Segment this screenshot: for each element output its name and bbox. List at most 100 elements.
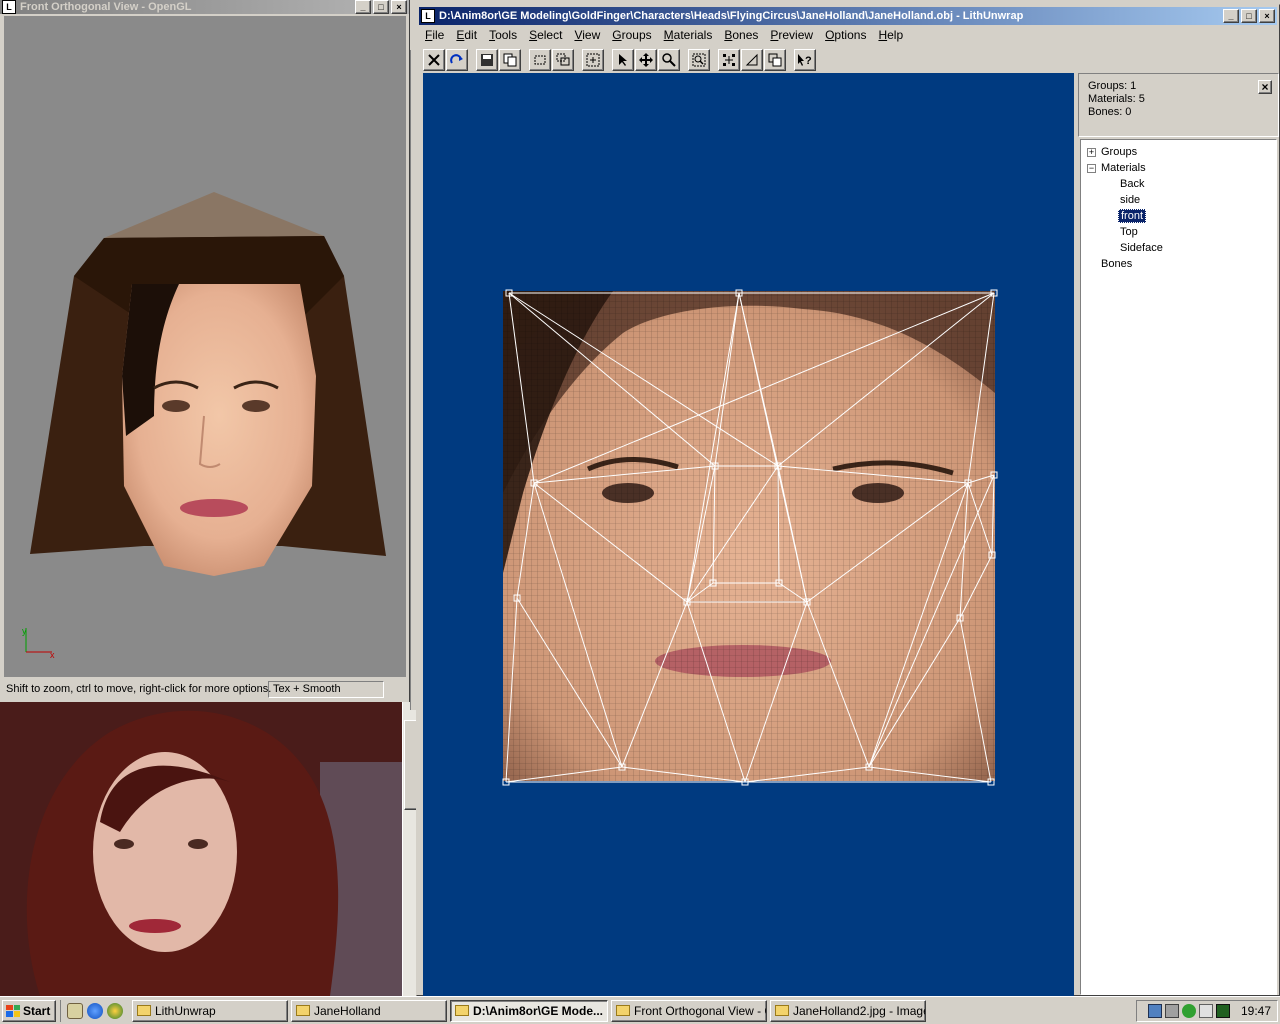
minus-icon[interactable]: − <box>1087 164 1096 173</box>
tree-node-material-top[interactable]: Top <box>1081 224 1276 240</box>
plus-icon[interactable]: + <box>1087 148 1096 157</box>
head-render: y x <box>22 192 386 660</box>
tree-label-material: front <box>1118 209 1147 223</box>
fit-view-icon[interactable] <box>582 49 604 71</box>
menu-help[interactable]: Help <box>872 26 909 44</box>
group-mode-icon[interactable] <box>764 49 786 71</box>
right-eye <box>242 400 270 412</box>
start-button[interactable]: Start <box>2 999 56 1022</box>
move-icon[interactable] <box>635 49 657 71</box>
reference-photo-view[interactable] <box>0 702 402 996</box>
close-button[interactable]: × <box>1259 9 1275 23</box>
display-icon[interactable] <box>1164 1004 1179 1018</box>
folder-icon <box>455 1005 469 1016</box>
menu-groups[interactable]: Groups <box>606 26 657 44</box>
taskbar-button[interactable]: LithUnwrap <box>132 999 288 1022</box>
volume-icon[interactable] <box>1198 1004 1213 1018</box>
context-help-icon[interactable]: ? <box>794 49 816 71</box>
render-mode-field: Tex + Smooth <box>268 680 384 698</box>
lasso-select-icon[interactable] <box>552 49 574 71</box>
tree-node-bones[interactable]: Bones <box>1081 256 1276 272</box>
menu-bones[interactable]: Bones <box>718 26 764 44</box>
uv-map-canvas[interactable] <box>423 73 1074 997</box>
menu-materials[interactable]: Materials <box>658 26 719 44</box>
reference-photo <box>0 702 402 996</box>
network-icon[interactable] <box>1147 1004 1162 1018</box>
media-player-icon[interactable] <box>107 1002 123 1019</box>
maximize-button[interactable]: □ <box>373 0 389 14</box>
tray-app-icon[interactable] <box>1181 1004 1196 1018</box>
minimize-button[interactable]: _ <box>1223 9 1239 23</box>
mesh-tree-view[interactable]: + Groups − Materials Back side front Top Sid… <box>1080 139 1277 995</box>
opengl-window: L Front Orthogonal View - OpenGL _ □ × y… <box>0 0 410 702</box>
menu-bar: File Edit Tools Select View Groups Materials Bo… <box>419 26 1277 44</box>
vertex-mode-icon[interactable] <box>718 49 740 71</box>
material-list: Back side front Top Sideface <box>1081 176 1276 256</box>
panel-close-icon[interactable]: × <box>1258 80 1272 94</box>
mesh-info-box: Groups: 1 Materials: 5 Bones: 0 × <box>1078 73 1279 137</box>
taskbar-button[interactable]: D:\Anim8or\GE Mode... <box>450 999 608 1022</box>
taskbar-button-label: LithUnwrap <box>155 1003 216 1018</box>
tree-label-material: side <box>1120 194 1141 206</box>
system-tray: 19:47 <box>1136 1000 1278 1022</box>
tree-node-material-sideface[interactable]: Sideface <box>1081 240 1276 256</box>
taskbar-button[interactable]: JaneHolland <box>291 999 447 1022</box>
photo-lips <box>129 919 181 933</box>
lithunwrap-titlebar[interactable]: L D:\Anim8or\GE Modeling\GoldFinger\Char… <box>419 7 1277 25</box>
taskbar: Start LithUnwrap JaneHolland D:\Anim8or\GE… <box>0 996 1280 1024</box>
rect-select-icon[interactable] <box>529 49 551 71</box>
menu-tools[interactable]: Tools <box>483 26 523 44</box>
tree-node-groups[interactable]: + Groups <box>1081 144 1276 160</box>
materials-count: Materials: 5 <box>1088 93 1145 105</box>
lithunwrap-window-title: D:\Anim8or\GE Modeling\GoldFinger\Charac… <box>439 10 1024 22</box>
zoom-region-icon[interactable] <box>688 49 710 71</box>
groups-count: Groups: 1 <box>1088 80 1137 92</box>
face-mode-icon[interactable] <box>741 49 763 71</box>
menu-view[interactable]: View <box>568 26 606 44</box>
folder-icon <box>137 1005 151 1016</box>
zoom-icon[interactable] <box>658 49 680 71</box>
internet-explorer-icon[interactable] <box>87 1002 103 1019</box>
tree-node-materials[interactable]: − Materials <box>1081 160 1276 176</box>
tree-label-material: Back <box>1120 178 1145 190</box>
task-list: LithUnwrap JaneHolland D:\Anim8or\GE Mode.… <box>129 999 926 1022</box>
opengl-statusbar: Shift to zoom, ctrl to move, right-click… <box>0 679 410 699</box>
taskbar-button[interactable]: JaneHolland2.jpg - Image ... <box>770 999 926 1022</box>
copy-icon[interactable] <box>499 49 521 71</box>
maximize-button[interactable]: □ <box>1241 9 1257 23</box>
quick-launch <box>60 999 129 1022</box>
head-top-face <box>104 192 324 238</box>
menu-preview[interactable]: Preview <box>764 26 819 44</box>
tree-node-material-back[interactable]: Back <box>1081 176 1276 192</box>
opengl-titlebar[interactable]: L Front Orthogonal View - OpenGL _ □ × <box>0 0 409 14</box>
close-tool-icon[interactable] <box>423 49 445 71</box>
menu-select[interactable]: Select <box>523 26 568 44</box>
lips <box>180 499 248 517</box>
folder-icon <box>775 1005 789 1016</box>
taskbar-button-label: JaneHolland2.jpg - Image ... <box>793 1003 925 1018</box>
taskbar-button[interactable]: Front Orthogonal View - O... <box>611 999 767 1022</box>
minimize-button[interactable]: _ <box>355 0 371 14</box>
menu-options[interactable]: Options <box>819 26 872 44</box>
bones-count: Bones: 0 <box>1088 106 1132 118</box>
opengl-viewport[interactable]: y x <box>4 16 406 677</box>
opengl-app-icon: L <box>2 0 16 14</box>
status-hint: Shift to zoom, ctrl to move, right-click… <box>6 683 272 695</box>
redo-icon[interactable] <box>446 49 468 71</box>
antivirus-icon[interactable] <box>1215 1004 1230 1018</box>
pointer-icon[interactable] <box>612 49 634 71</box>
show-desktop-icon[interactable] <box>67 1002 83 1019</box>
save-icon[interactable] <box>476 49 498 71</box>
folder-icon <box>296 1005 310 1016</box>
tree-label-material: Top <box>1120 226 1138 238</box>
photo-right-eye <box>188 839 208 849</box>
close-button[interactable]: × <box>391 0 407 14</box>
taskbar-button-label: D:\Anim8or\GE Mode... <box>473 1003 604 1018</box>
tree-node-material-side[interactable]: side <box>1081 192 1276 208</box>
taskbar-button-label: JaneHolland <box>314 1003 381 1018</box>
menu-file[interactable]: File <box>419 26 450 44</box>
photo-left-eye <box>114 839 134 849</box>
tree-node-material-front[interactable]: front <box>1081 208 1276 224</box>
uv-editor-viewport[interactable] <box>423 73 1074 997</box>
menu-edit[interactable]: Edit <box>450 26 483 44</box>
